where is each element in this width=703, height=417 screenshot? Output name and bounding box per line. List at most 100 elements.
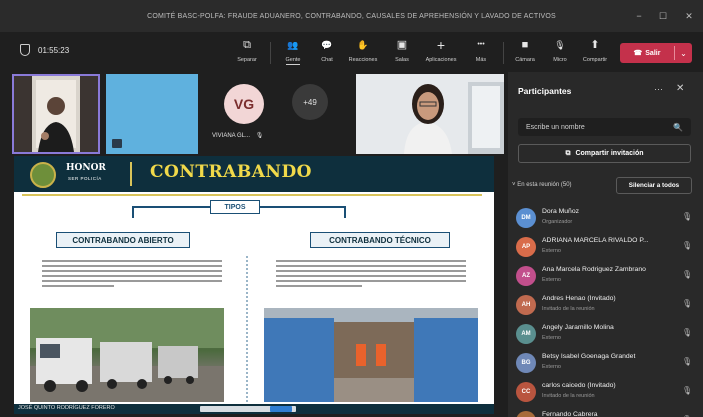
participants-panel: Participantes ··· ✕ Escribe un nombre 🔍 … [508, 72, 703, 417]
search-icon: 🔍 [673, 122, 683, 132]
search-input[interactable]: Escribe un nombre 🔍 [518, 118, 691, 136]
contrabando-tecnico-box: CONTRABANDO TÉCNICO [310, 232, 450, 248]
more-options-icon[interactable]: ··· [654, 84, 663, 94]
video-tile-speaker[interactable] [12, 74, 100, 154]
participant-name: ADRIANA MARCELA RIVALDO P... [542, 237, 649, 244]
photo-warehouse [264, 308, 478, 402]
mic-off-icon: 🎙 [682, 270, 693, 279]
participant-role: Externo [542, 277, 561, 283]
more-icon: ••• [477, 41, 485, 48]
participant-row[interactable]: AM Angely Jaramillo Molina Externo 🎙 [516, 322, 696, 350]
shield-icon [20, 44, 30, 56]
title-bar: COMITÉ BASC-POLFA: FRAUDE ADUANERO, CONT… [0, 0, 703, 32]
presenter-name: JOSÉ QUINTO RODRÍGUEZ FORERO [18, 405, 115, 411]
participant-name: Dora Muñoz [542, 208, 580, 215]
aplicaciones-button[interactable]: + Aplicaciones [426, 37, 457, 68]
mic-off-icon: 🎙 [255, 133, 264, 139]
salas-button[interactable]: ▣ Salas [387, 38, 417, 68]
speaker-video [14, 76, 98, 152]
close-panel-icon[interactable]: ✕ [676, 83, 684, 94]
maximize-button[interactable]: ☐ [652, 0, 674, 32]
participant-row[interactable]: BG Betsy Isabel Goenaga Grandet Externo 🎙 [516, 351, 696, 379]
video-tile-blue[interactable] [106, 74, 198, 154]
screen-share-icon [112, 139, 122, 148]
avatar: FC [516, 411, 536, 417]
arrow-right [260, 206, 346, 218]
chat-button[interactable]: 💬 Chat [312, 38, 342, 68]
avatar: AM [516, 324, 536, 344]
presenter-bar: JOSÉ QUINTO RODRÍGUEZ FORERO [14, 404, 494, 414]
more-participants-button[interactable]: +49 [292, 84, 328, 120]
leave-button[interactable]: ☎ Salir ⌄ [620, 43, 692, 63]
avatar: DM [516, 208, 536, 228]
mas-button[interactable]: ••• Más [466, 38, 496, 68]
brand-subtitle: SER POLICÍA [68, 176, 102, 181]
participant-role: Invitado de la reunión [542, 393, 595, 399]
gente-button[interactable]: 👥 Gente [278, 38, 308, 68]
contrabando-abierto-box: CONTRABANDO ABIERTO [56, 232, 190, 248]
phone-hangup-icon: ☎ [633, 50, 643, 57]
participant-name: Fernando Cabrera [542, 411, 598, 417]
presenter-control-button[interactable] [270, 406, 292, 412]
compartir-button[interactable]: ⬆ Compartir [580, 38, 610, 68]
woman-video [356, 74, 504, 154]
tipos-box: TIPOS [210, 200, 260, 214]
camera-icon: ■ [521, 39, 529, 51]
participant-name: Ana Marcela Rodriguez Zambrano [542, 266, 646, 273]
panel-title: Participantes [518, 86, 572, 96]
reacciones-button[interactable]: ✋ Reacciones [348, 38, 378, 68]
participant-name: Angely Jaramillo Molina [542, 324, 614, 331]
participant-row[interactable]: CC carlos caicedo (Invitado) Invitado de l… [516, 380, 696, 408]
chat-icon: 💬 [321, 40, 333, 50]
photo-trucks [30, 308, 224, 402]
video-strip: VG VIVIANA GL... 🎙 +49 [0, 72, 508, 156]
minimize-button[interactable]: − [628, 0, 650, 32]
participant-role: Externo [542, 335, 561, 341]
brand-honor: HONOR [66, 163, 106, 173]
timer-text: 01:55:23 [38, 45, 70, 55]
participant-name-vg: VIVIANA GL... 🎙 [212, 133, 264, 139]
participant-role: Organizador [542, 219, 573, 225]
avatar: AH [516, 295, 536, 315]
meeting-toolbar: 01:55:23 ⧉ Separar 👥 Gente 💬 Chat ✋ Reac… [0, 32, 703, 72]
people-icon: 👥 [287, 40, 299, 50]
share-invite-button[interactable]: ⧉ Compartir invitación [518, 144, 691, 163]
mic-off-icon: 🎙 [682, 357, 693, 366]
mic-off-icon: 🎙 [682, 299, 693, 308]
police-logo-icon [30, 162, 56, 188]
micro-button[interactable]: 🎙 Micro [545, 38, 575, 68]
teams-window: COMITÉ BASC-POLFA: FRAUDE ADUANERO, CONT… [0, 0, 703, 417]
section-in-meeting[interactable]: ˅ En esta reunión (50) [512, 182, 572, 188]
mic-off-icon: 🎙 [554, 40, 566, 50]
apps-icon: + [436, 37, 446, 53]
share-invite-icon: ⧉ [565, 149, 571, 157]
close-window-button[interactable]: ✕ [678, 0, 700, 32]
chevron-down-icon: ˅ [512, 182, 516, 188]
avatar: AP [516, 237, 536, 257]
mic-off-icon: 🎙 [682, 328, 693, 337]
avatar: CC [516, 382, 536, 402]
avatar-vg[interactable]: VG [224, 84, 264, 124]
video-tile-woman[interactable] [356, 74, 504, 154]
participant-name: carlos caicedo (Invitado) [542, 382, 616, 389]
leave-main[interactable]: ☎ Salir [620, 43, 674, 63]
paragraph-right [276, 260, 466, 304]
participant-row[interactable]: AP ADRIANA MARCELA RIVALDO P... Externo 🎙 [516, 235, 696, 263]
mute-all-button[interactable]: Silenciar a todos [616, 177, 692, 194]
meeting-timer: 01:55:23 [20, 44, 69, 56]
reactions-icon: ✋ [357, 40, 369, 50]
leave-dropdown-icon[interactable]: ⌄ [675, 49, 692, 58]
separar-button[interactable]: ⧉ Separar [232, 38, 262, 68]
participant-row[interactable]: AZ Ana Marcela Rodriguez Zambrano Externo 🎙 [516, 264, 696, 292]
window-title: COMITÉ BASC-POLFA: FRAUDE ADUANERO, CONT… [147, 12, 556, 20]
camara-button[interactable]: ■ Cámara [510, 38, 540, 68]
avatar: AZ [516, 266, 536, 286]
arrow-left [132, 206, 210, 218]
participant-row[interactable]: DM Dora Muñoz Organizador 🎙 [516, 206, 696, 234]
participant-role: Externo [542, 364, 561, 370]
mic-off-icon: 🎙 [682, 212, 693, 221]
participant-row[interactable]: FCFernando Cabrera🎙 [516, 409, 696, 417]
participant-row[interactable]: AH Andres Henao (Invitado) Invitado de la … [516, 293, 696, 321]
share-icon: ⬆ [590, 39, 600, 51]
mic-off-icon: 🎙 [682, 386, 693, 395]
